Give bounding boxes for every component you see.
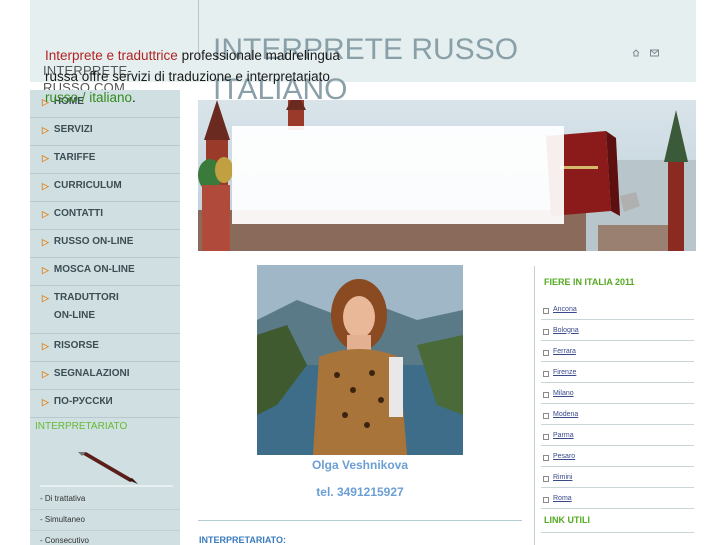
sidebar-item-curriculum[interactable]: ▷ CURRICULUM: [30, 174, 180, 202]
sidebar-item-servizi[interactable]: ▷ SERVIZI: [30, 118, 180, 146]
list-item[interactable]: Modena: [541, 404, 694, 425]
bullet-icon: [543, 350, 549, 356]
list-item[interactable]: Parma: [541, 425, 694, 446]
divider: [541, 532, 694, 533]
sub-link-trattativa[interactable]: - Di trattativa: [30, 489, 180, 510]
home-icon[interactable]: [632, 49, 640, 59]
sidebar-item-mosca-online[interactable]: ▷ MOSCA ON-LINE: [30, 258, 180, 286]
triangle-right-icon: ▷: [42, 397, 49, 407]
sidebar-item-label: SEGNALAZIONI: [53, 368, 130, 379]
sidebar-item-label: RISORSE: [53, 340, 99, 351]
bullet-icon: [543, 497, 549, 503]
bullet-icon: [543, 434, 549, 440]
banner-text: Interprete e traduttrice professionale m…: [45, 45, 345, 108]
list-item[interactable]: Pesaro: [541, 446, 694, 467]
fair-link[interactable]: Pesaro: [553, 453, 575, 460]
sidebar-item-po-russki[interactable]: ▷ ПО-РУССКИ: [30, 390, 180, 418]
banner-text-end: .: [132, 90, 136, 105]
list-item[interactable]: Firenze: [541, 362, 694, 383]
pen-icon: [34, 440, 174, 486]
sidebar-item-label: TARIFFE: [53, 152, 96, 163]
fair-link[interactable]: Rimini: [553, 474, 572, 481]
fair-link[interactable]: Bologna: [553, 327, 579, 334]
fairs-list: Ancona Bologna Ferrara Firenze Milano Mo…: [541, 299, 694, 509]
sidebar-item-label: CURRICULUM: [53, 180, 122, 191]
person-name: Olga Veshnikova: [311, 458, 409, 472]
links-heading: LINK UTILI: [544, 515, 590, 525]
sidebar-menu: ▷ HOME ▷ SERVIZI ▷ TARIFFE ▷ CURRICULUM ▷ CON…: [30, 90, 180, 418]
top-icons: [632, 49, 659, 59]
content-heading: INTERPRETARIATO:: [199, 535, 286, 545]
interpretariato-heading: INTERPRETARIATO: [35, 421, 128, 432]
sidebar-item-label: SERVIZI: [53, 124, 93, 135]
triangle-right-icon: ▷: [42, 181, 49, 191]
sidebar-item-label: CONTATTI: [53, 208, 103, 219]
bullet-icon: [543, 455, 549, 461]
sidebar-item-label: ПО-РУССКИ: [53, 396, 113, 407]
fair-link[interactable]: Ancona: [553, 306, 577, 313]
list-item[interactable]: Roma: [541, 488, 694, 509]
person-phone[interactable]: tel. 3491215927: [257, 485, 463, 499]
profile-photo: [257, 265, 463, 455]
divider: [40, 485, 173, 487]
banner-text-highlight: Interprete e traduttrice: [45, 48, 178, 63]
bullet-icon: [543, 413, 549, 419]
list-item[interactable]: Ancona: [541, 299, 694, 320]
sidebar-item-label: MOSCA ON-LINE: [53, 264, 135, 275]
sidebar-item-segnalazioni[interactable]: ▷ SEGNALAZIONI: [30, 362, 180, 390]
triangle-right-icon: ▷: [42, 369, 49, 379]
triangle-right-icon: ▷: [42, 265, 49, 275]
triangle-right-icon: ▷: [42, 209, 49, 219]
sub-link-consecutivo[interactable]: - Consecutivo: [30, 531, 180, 545]
bullet-icon: [543, 476, 549, 482]
fair-link[interactable]: Ferrara: [553, 348, 576, 355]
divider: [198, 520, 522, 521]
header-banner: [198, 100, 696, 251]
sub-link-simultaneo[interactable]: - Simultaneo: [30, 510, 180, 531]
triangle-right-icon: ▷: [42, 341, 49, 351]
triangle-right-icon: ▷: [42, 125, 49, 135]
banner-text-languages: russo / italiano: [45, 90, 133, 105]
fair-link[interactable]: Modena: [553, 411, 578, 418]
sidebar-item-tariffe[interactable]: ▷ TARIFFE: [30, 146, 180, 174]
sidebar-item-traduttori-online[interactable]: ▷ TRADUTTORI ON-LINE: [30, 286, 180, 334]
bullet-icon: [543, 308, 549, 314]
triangle-right-icon: ▷: [42, 153, 49, 163]
sidebar-item-russo-online[interactable]: ▷ RUSSO ON-LINE: [30, 230, 180, 258]
triangle-right-icon: ▷: [42, 237, 49, 247]
sidebar-item-risorse[interactable]: ▷ RISORSE: [30, 334, 180, 362]
fair-link[interactable]: Parma: [553, 432, 574, 439]
sidebar-item-contatti[interactable]: ▷ CONTATTI: [30, 202, 180, 230]
bullet-icon: [543, 392, 549, 398]
fair-link[interactable]: Milano: [553, 390, 574, 397]
fair-link[interactable]: Firenze: [553, 369, 576, 376]
mail-icon[interactable]: [650, 49, 659, 59]
list-item[interactable]: Bologna: [541, 320, 694, 341]
triangle-right-icon: ▷: [42, 293, 49, 303]
fairs-heading: FIERE IN ITALIA 2011: [544, 277, 635, 287]
interpretariato-links: - Di trattativa - Simultaneo - Consecuti…: [30, 489, 180, 545]
banner-card: [232, 126, 564, 224]
list-item[interactable]: Milano: [541, 383, 694, 404]
sidebar-item-label: TRADUTTORI ON-LINE: [53, 292, 119, 321]
bullet-icon: [543, 371, 549, 377]
right-column-divider: [534, 266, 535, 545]
sidebar-item-label: RUSSO ON-LINE: [53, 236, 134, 247]
list-item[interactable]: Ferrara: [541, 341, 694, 362]
fair-link[interactable]: Roma: [553, 495, 572, 502]
bullet-icon: [543, 329, 549, 335]
list-item[interactable]: Rimini: [541, 467, 694, 488]
